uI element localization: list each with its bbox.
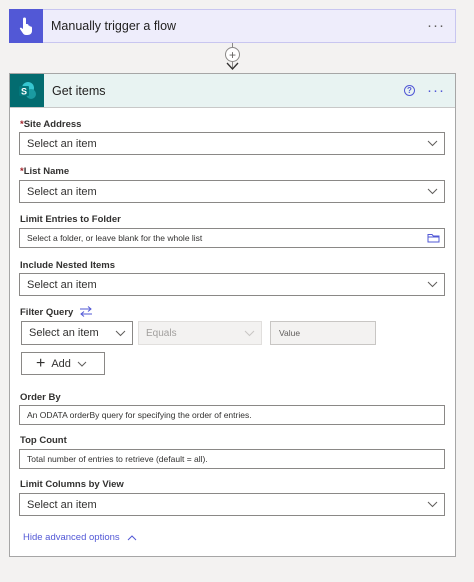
filter-field-dropdown[interactable]: Select an item <box>21 321 133 345</box>
help-icon[interactable]: ? <box>404 85 415 96</box>
top-count-label: Top Count <box>20 435 67 446</box>
nested-items-label: Include Nested Items <box>20 260 116 271</box>
arrow-down-icon <box>226 62 239 70</box>
list-name-label: *List Name <box>20 166 70 177</box>
switch-mode-icon[interactable] <box>79 306 93 317</box>
limit-folder-input[interactable]: Select a folder, or leave blank for the … <box>19 228 445 248</box>
limit-columns-dropdown[interactable]: Select an item <box>19 493 445 516</box>
list-name-dropdown[interactable]: Select an item <box>19 180 445 203</box>
add-filter-button[interactable]: + Add <box>21 352 105 375</box>
card-more-button[interactable]: ··· <box>427 83 445 98</box>
chevron-down-icon <box>244 330 255 337</box>
order-by-label: Order By <box>20 392 61 403</box>
trigger-more-button[interactable]: ··· <box>427 18 445 33</box>
site-address-dropdown[interactable]: Select an item <box>19 132 445 155</box>
chevron-down-icon <box>427 501 438 508</box>
chevron-down-icon <box>427 140 438 147</box>
trigger-title: Manually trigger a flow <box>51 19 177 33</box>
hand-tap-icon <box>9 8 43 43</box>
sharepoint-icon: S <box>10 74 44 107</box>
get-items-card: S Get items ? ··· *Site Address Select a… <box>9 73 456 557</box>
insert-step-button[interactable]: + <box>225 47 240 62</box>
chevron-down-icon <box>115 330 126 337</box>
limit-columns-label: Limit Columns by View <box>20 479 124 490</box>
nested-items-dropdown[interactable]: Select an item <box>19 273 445 296</box>
filter-value-input[interactable]: Value <box>270 321 376 345</box>
chevron-down-icon <box>427 188 438 195</box>
top-count-input[interactable]: Total number of entries to retrieve (def… <box>19 449 445 469</box>
hide-advanced-options-link[interactable]: Hide advanced options <box>23 532 137 543</box>
filter-operator-dropdown[interactable]: Equals <box>138 321 262 345</box>
svg-text:S: S <box>21 86 27 96</box>
folder-icon[interactable] <box>427 233 440 243</box>
card-header[interactable]: S Get items ? ··· <box>10 74 455 108</box>
limit-folder-label: Limit Entries to Folder <box>20 214 121 225</box>
chevron-up-icon <box>127 534 137 540</box>
site-address-label: *Site Address <box>20 119 82 130</box>
filter-query-label: Filter Query <box>20 307 74 318</box>
trigger-card[interactable]: Manually trigger a flow ··· <box>9 8 456 43</box>
order-by-input[interactable]: An ODATA orderBy query for specifying th… <box>19 405 445 425</box>
chevron-down-icon <box>77 361 87 367</box>
chevron-down-icon <box>427 281 438 288</box>
card-title: Get items <box>52 83 106 98</box>
plus-icon: + <box>36 354 46 372</box>
